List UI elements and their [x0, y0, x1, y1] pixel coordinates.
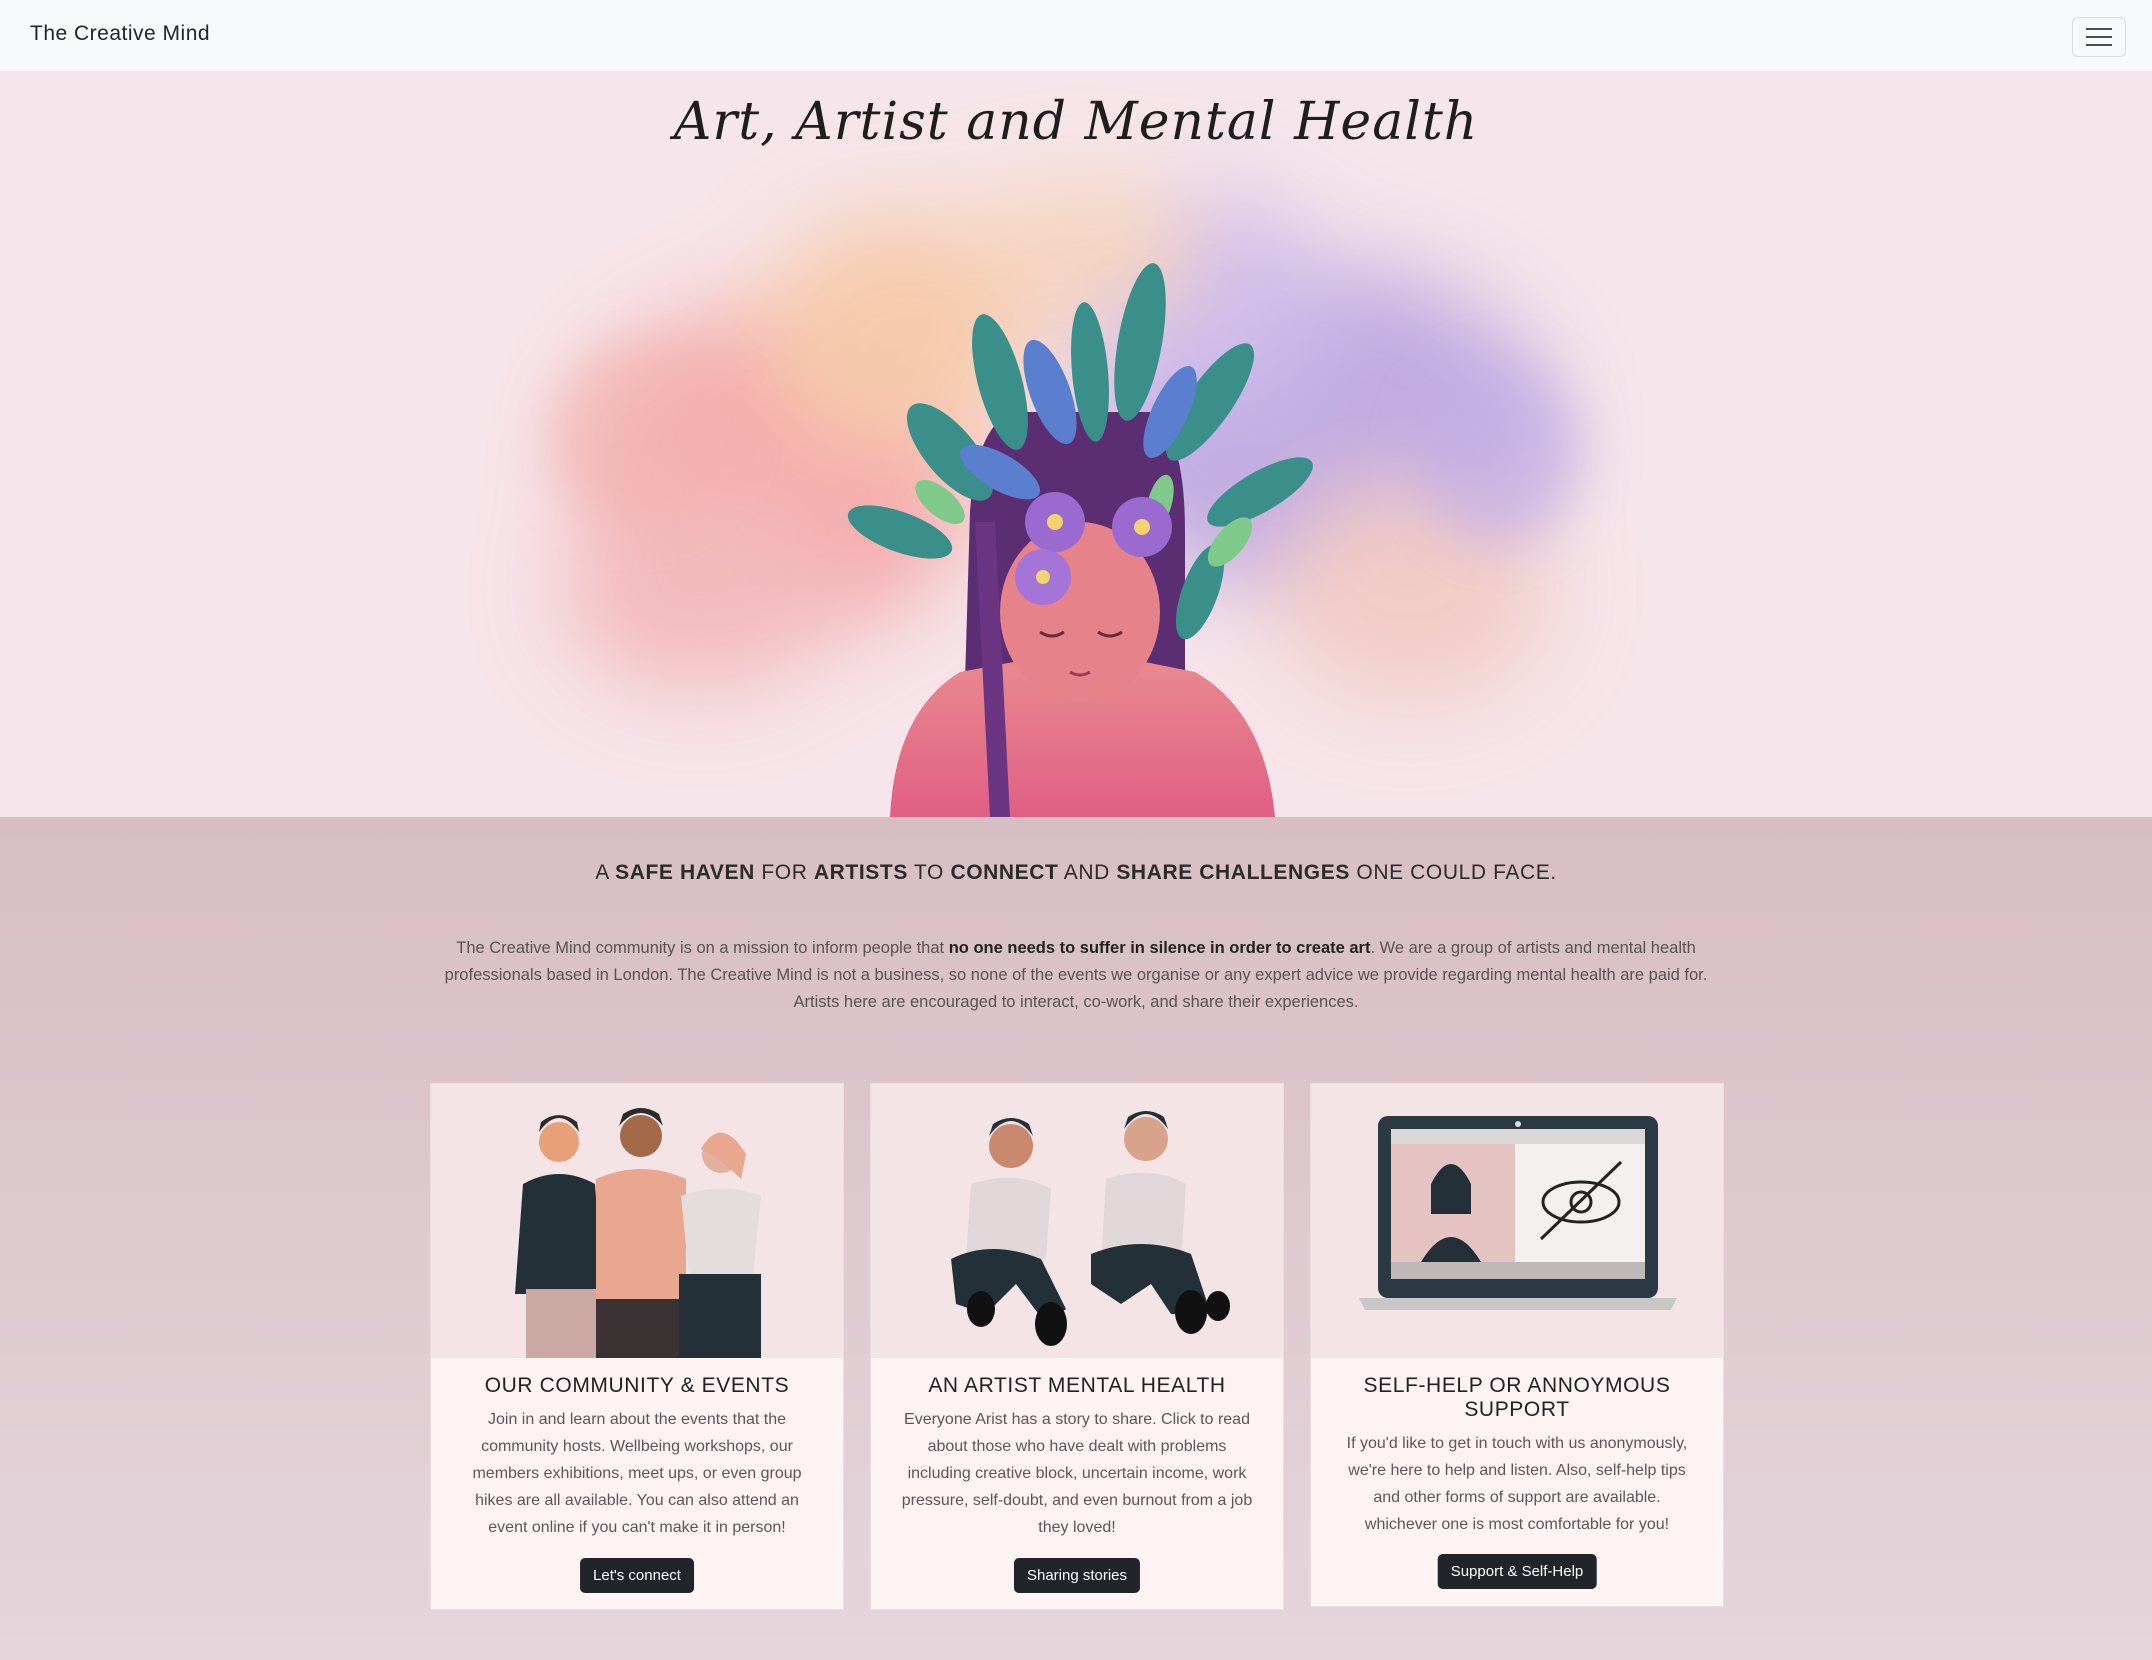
card-community-events: OUR COMMUNITY & EVENTS Join in and learn… [430, 1083, 844, 1610]
tagline-text: FOR [754, 861, 814, 884]
hero-illustration [550, 182, 1580, 817]
tagline-text: A [595, 861, 616, 884]
tagline-text: TO [907, 861, 951, 884]
hero-title: Art, Artist and Mental Health [673, 92, 1479, 152]
lets-connect-button[interactable]: Let's connect [580, 1558, 694, 1593]
two-men-talking-illustration [871, 1084, 1283, 1358]
tagline: A SAFE HAVEN FOR ARTISTS TO CONNECT AND … [0, 861, 2152, 885]
hamburger-menu-icon-bar-3 [2086, 44, 2112, 46]
hamburger-menu-icon [2086, 28, 2112, 30]
mission-paragraph: The Creative Mind community is on a miss… [440, 935, 1712, 1016]
card-text: Everyone Arist has a story to share. Cli… [901, 1411, 1253, 1536]
mission-emphasis: no one needs to suffer in silence in ord… [948, 939, 1371, 957]
three-friends-illustration [431, 1084, 843, 1358]
card-title: AN ARTIST MENTAL HEALTH [928, 1374, 1226, 1397]
mission-text: The Creative Mind community is on a miss… [456, 939, 949, 957]
navbar: The Creative Mind [0, 0, 2152, 72]
navbar-brand[interactable]: The Creative Mind [30, 22, 210, 46]
card-artist-mental-health: AN ARTIST MENTAL HEALTH Everyone Arist h… [870, 1083, 1284, 1610]
hero-section: Art, Artist and Mental Health [0, 72, 2152, 817]
tagline-text: AND [1058, 861, 1117, 884]
card-text: If you'd like to get in touch with us an… [1346, 1435, 1688, 1533]
sharing-stories-button[interactable]: Sharing stories [1013, 1558, 1141, 1593]
tagline-text: ONE COULD FACE. [1349, 861, 1557, 884]
tagline-emphasis: SAFE HAVEN [615, 861, 755, 884]
support-self-help-button[interactable]: Support & Self-Help [1437, 1554, 1597, 1589]
hamburger-menu-icon-bar-2 [2086, 36, 2112, 38]
content-section: A SAFE HAVEN FOR ARTISTS TO CONNECT AND … [0, 817, 2152, 1660]
tagline-emphasis: ARTISTS [813, 861, 908, 884]
card-title: SELF-HELP OR ANNOYMOUS SUPPORT [1363, 1374, 1671, 1421]
laptop-video-call-illustration [1311, 1084, 1723, 1358]
navbar-toggle-button[interactable] [2072, 17, 2126, 57]
card-title: OUR COMMUNITY & EVENTS [484, 1374, 790, 1397]
tagline-emphasis: SHARE CHALLENGES [1116, 861, 1350, 884]
tagline-emphasis: CONNECT [950, 861, 1059, 884]
card-text: Join in and learn about the events that … [472, 1411, 802, 1536]
card-self-help-support: SELF-HELP OR ANNOYMOUS SUPPORT If you'd … [1310, 1083, 1724, 1607]
